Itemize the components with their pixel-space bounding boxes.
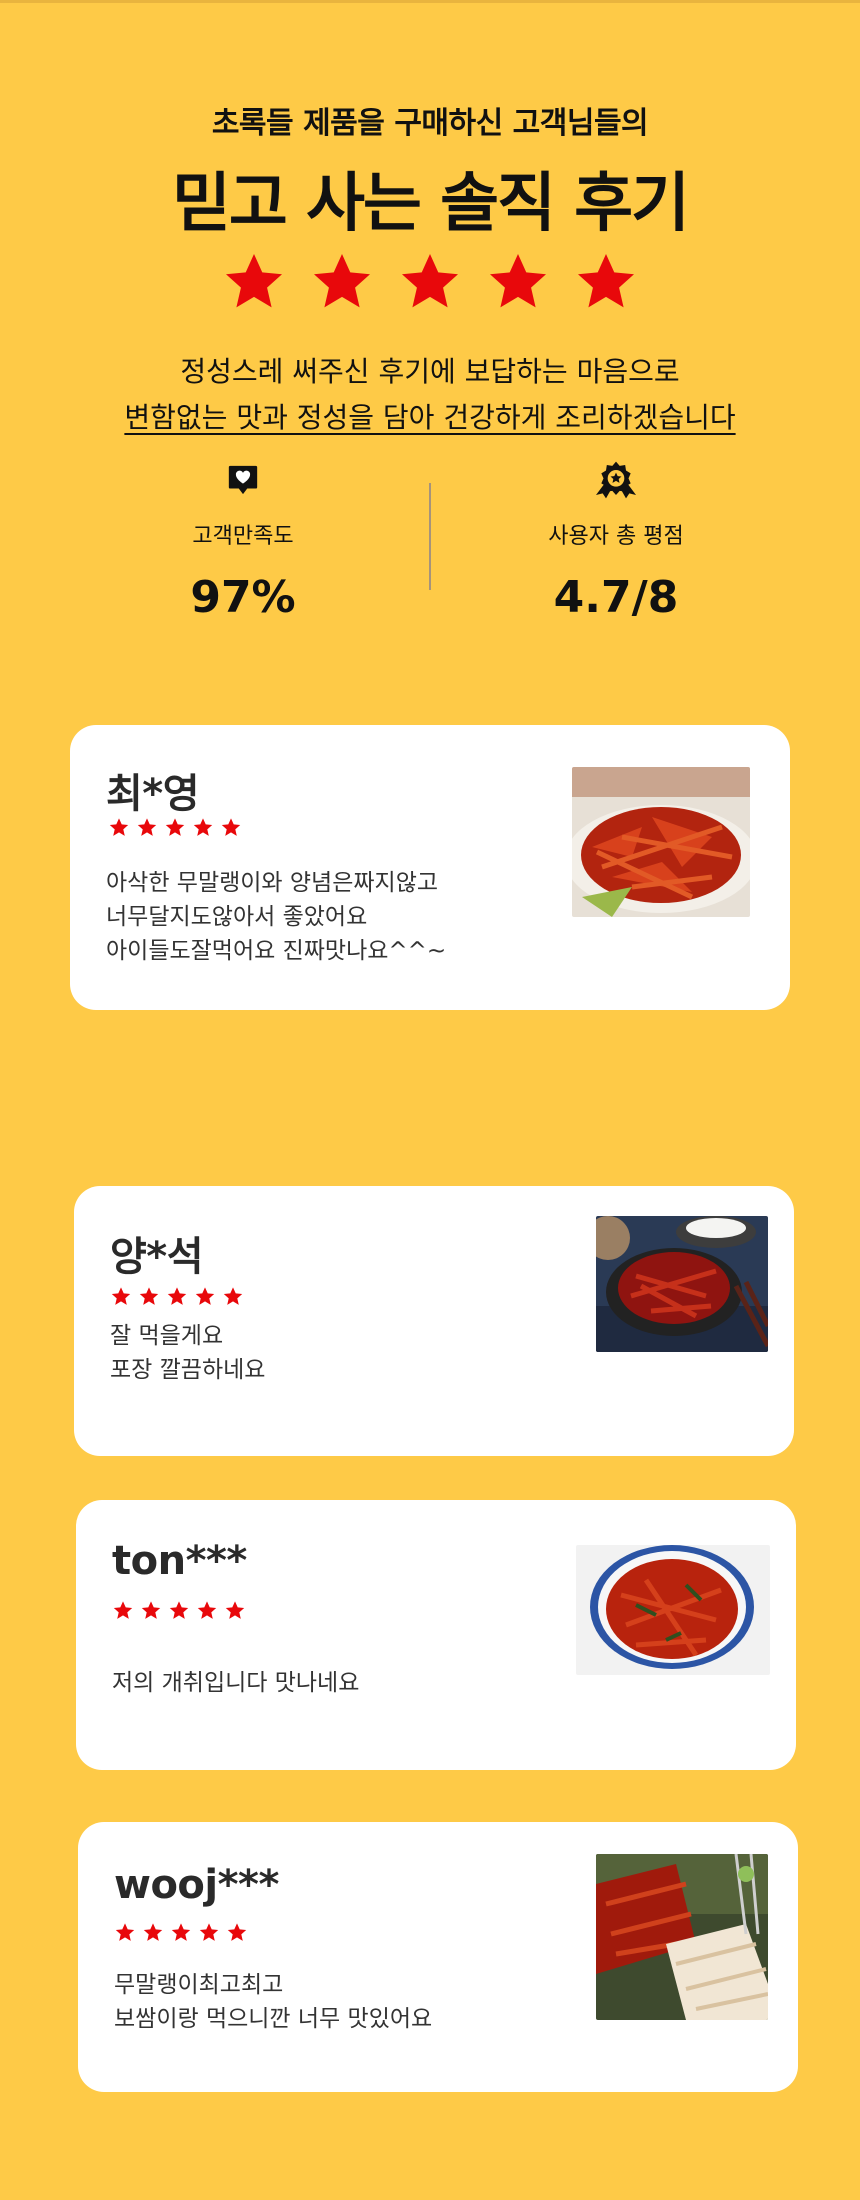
star-icon <box>169 1601 189 1619</box>
reviewer-name: 양*석 <box>110 1234 204 1280</box>
top-border <box>0 0 860 3</box>
review-text: 저의 개취입니다 맛나네요 <box>112 1670 360 1696</box>
review-card: 최*영 아삭한 무말랭이와 양념은짜지않고 너무달지도않아서 좋았어요 아이들도… <box>70 725 790 1010</box>
review-card: ton*** 저의 개취입니다 맛나네요 <box>76 1500 796 1770</box>
star-icon <box>113 1601 133 1619</box>
star-icon <box>137 818 157 836</box>
review-card: wooj*** 무말랭이최고최고 보쌈이랑 먹으니깐 너무 맛있어요 <box>78 1822 798 2092</box>
review-text: 아삭한 무말랭이와 양념은짜지않고 너무달지도않아서 좋았어요 아이들도잘먹어요… <box>106 870 447 964</box>
reviewer-name: ton*** <box>112 1538 247 1584</box>
reviewer-name: 최*영 <box>106 771 200 817</box>
bossam-photo <box>596 1854 768 2020</box>
bowl-photo <box>576 1545 770 1675</box>
review-stars <box>114 1922 248 1943</box>
star-icon <box>402 254 458 308</box>
star-icon <box>226 254 282 308</box>
star-icon <box>225 1601 245 1619</box>
review-stars <box>108 817 242 838</box>
rating-value: 4.7/8 <box>553 572 679 623</box>
spicy-dish-photo <box>572 767 750 917</box>
review-stars <box>112 1600 246 1621</box>
star-icon <box>223 1287 243 1305</box>
star-icon <box>165 818 185 836</box>
star-icon <box>195 1287 215 1305</box>
satisfaction-stat: 고객만족도 97% <box>93 460 393 623</box>
stats-divider <box>429 483 431 590</box>
star-icon <box>227 1923 247 1941</box>
heart-message-icon <box>228 465 258 495</box>
review-photo[interactable] <box>572 767 750 917</box>
star-icon <box>197 1601 217 1619</box>
star-icon <box>578 254 634 308</box>
reviewer-name: wooj*** <box>114 1862 279 1908</box>
star-icon <box>109 818 129 836</box>
satisfaction-value: 97% <box>190 572 296 623</box>
star-icon <box>314 254 370 308</box>
header-description: 정성스레 써주신 후기에 보답하는 마음으로 <box>180 355 680 388</box>
rating-label: 사용자 총 평점 <box>548 524 684 549</box>
header-subtitle: 초록들 제품을 구매하신 고객님들의 <box>211 106 649 141</box>
header-rating-stars <box>0 250 860 318</box>
dish-with-rice-photo <box>596 1216 768 1352</box>
review-photo[interactable] <box>576 1545 770 1675</box>
review-text: 잘 먹을게요 포장 깔끔하네요 <box>110 1323 266 1383</box>
review-stars <box>110 1286 244 1307</box>
header-description-underlined: 변함없는 맛과 정성을 담아 건강하게 조리하겠습니다 <box>124 401 736 434</box>
star-icon <box>490 254 546 308</box>
star-icon <box>199 1923 219 1941</box>
star-icon <box>139 1287 159 1305</box>
rating-stat: 사용자 총 평점 4.7/8 <box>466 460 766 623</box>
star-icon <box>221 818 241 836</box>
star-icon <box>143 1923 163 1941</box>
star-icon <box>141 1601 161 1619</box>
review-photo[interactable] <box>596 1854 768 2020</box>
star-icon <box>111 1287 131 1305</box>
star-icon <box>167 1287 187 1305</box>
page-title: 믿고 사는 솔직 후기 <box>172 167 690 241</box>
review-photo[interactable] <box>596 1216 768 1352</box>
review-text: 무말랭이최고최고 보쌈이랑 먹으니깐 너무 맛있어요 <box>114 1972 433 2032</box>
satisfaction-label: 고객만족도 <box>192 524 294 549</box>
star-icon <box>115 1923 135 1941</box>
star-icon <box>171 1923 191 1941</box>
review-card: 양*석 잘 먹을게요 포장 깔끔하네요 <box>74 1186 794 1456</box>
star-icon <box>193 818 213 836</box>
award-badge-icon <box>596 461 636 499</box>
